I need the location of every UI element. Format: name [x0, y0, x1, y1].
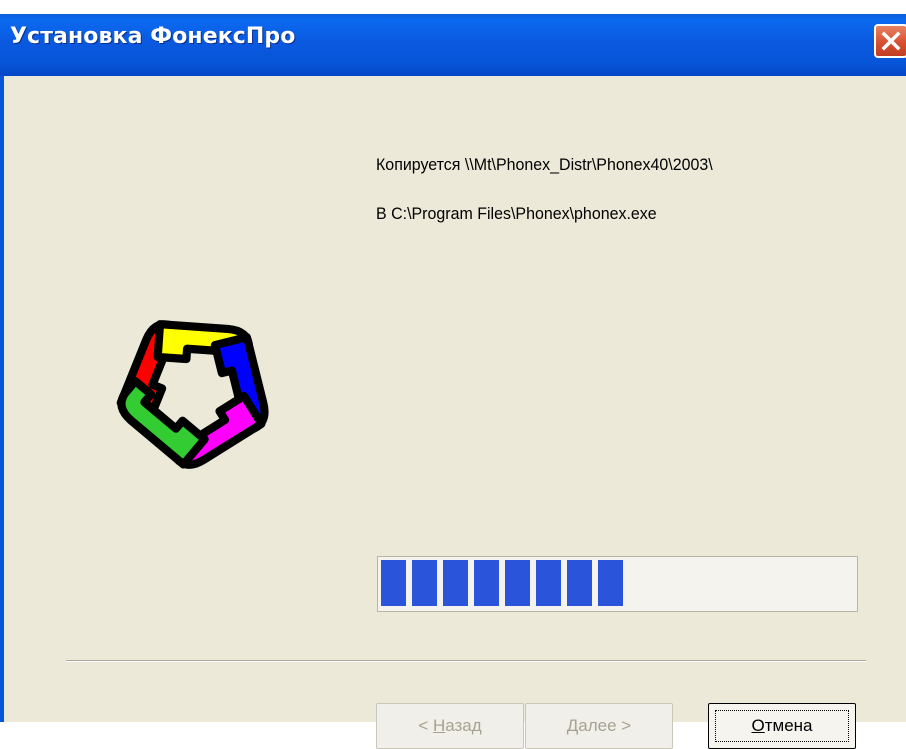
- destination-path-text: В C:\Program Files\Phonex\phonex.exe: [376, 204, 657, 223]
- progress-fill: [381, 560, 629, 606]
- separator-line: [66, 660, 866, 662]
- next-button[interactable]: Далее >: [525, 703, 673, 749]
- copying-status-text: Копируется \\Mt\Phonex_Distr\Phonex40\20…: [376, 155, 713, 174]
- window-title: Установка ФонексПро: [10, 24, 296, 49]
- cancel-button[interactable]: Отмена: [708, 703, 856, 749]
- next-button-label: Далее >: [566, 716, 632, 735]
- dialog-body: Копируется \\Mt\Phonex_Distr\Phonex40\20…: [0, 76, 906, 749]
- copy-progress-bar: [377, 556, 858, 612]
- close-icon: [881, 31, 901, 51]
- back-button[interactable]: < Назад: [376, 703, 524, 749]
- title-bar[interactable]: Установка ФонексПро: [0, 14, 906, 76]
- phonex-logo-icon: [116, 320, 269, 469]
- cancel-button-label: Отмена: [751, 716, 813, 735]
- close-button[interactable]: [874, 24, 906, 58]
- back-button-label: < Назад: [418, 716, 482, 735]
- installer-window: Установка ФонексПро Копируется \\Mt\Phon…: [0, 14, 906, 749]
